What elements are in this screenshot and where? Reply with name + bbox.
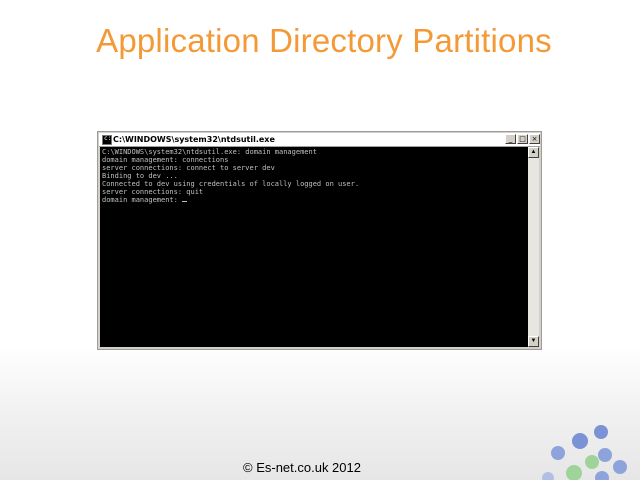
bubble-decoration [551, 446, 565, 460]
bubble-decoration [572, 433, 588, 449]
bubble-decoration [594, 425, 608, 439]
footer-copyright: © Es-net.co.uk 2012 [243, 460, 361, 475]
bubble-decoration [613, 460, 627, 474]
decorative-bubbles [542, 425, 627, 480]
